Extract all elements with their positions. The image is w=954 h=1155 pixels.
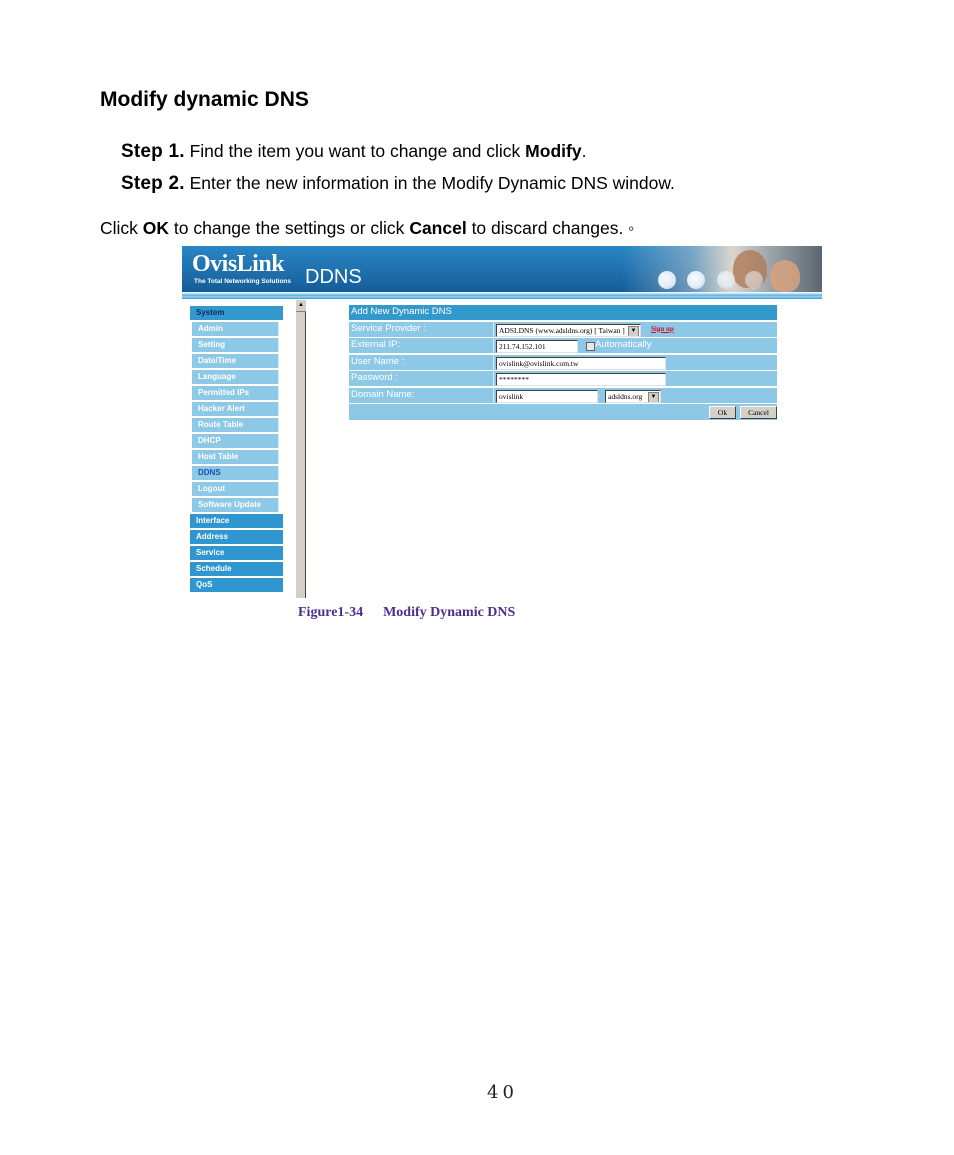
sidebar-item-route-table[interactable]: Route Table	[192, 418, 279, 432]
step-2: Step 2. Enter the new information in the…	[121, 173, 675, 195]
domain-suffix-value: adsldns.org	[608, 392, 642, 401]
service-provider-value: ADSLDNS (www.adsldns.org) [ Taiwan ]	[499, 326, 625, 335]
automatically-checkbox[interactable]	[586, 342, 595, 351]
step-1-label: Step 1.	[121, 141, 185, 162]
user-name-input[interactable]: ovislink@ovislink.com.tw	[496, 357, 666, 370]
step-1: Step 1. Find the item you want to change…	[121, 141, 586, 163]
row-domain-name: Domain Name: ovislink . adsldns.org ▼	[349, 388, 777, 403]
chevron-down-icon[interactable]: ▼	[628, 326, 639, 337]
sidebar-item-dhcp[interactable]: DHCP	[192, 434, 279, 448]
sidebar-item-ddns[interactable]: DDNS	[192, 466, 279, 480]
globe-icon	[745, 271, 763, 289]
cancel-button[interactable]: Cancel	[740, 406, 777, 419]
sidebar-group-address[interactable]: Address	[190, 530, 283, 544]
row-user-name: User Name : ovislink@ovislink.com.tw	[349, 355, 777, 370]
figure-caption: Figure1-34 Modify Dynamic DNS	[298, 605, 515, 621]
row-external-ip: External IP: 211.74.152.101 Automaticall…	[349, 338, 777, 353]
service-provider-select[interactable]: ADSLDNS (www.adsldns.org) [ Taiwan ] ▼	[496, 324, 641, 337]
page-title: DDNS	[305, 266, 362, 289]
external-ip-label: External IP:	[350, 338, 494, 353]
ddns-screenshot: OvisLink The Total Networking Solutions …	[182, 246, 822, 598]
brand-tagline: The Total Networking Solutions	[194, 278, 291, 285]
password-cell: ********	[493, 371, 777, 386]
step-1-end: .	[582, 141, 587, 161]
instr-text-1: Click	[100, 218, 143, 238]
password-label: Password :	[350, 371, 494, 386]
sidebar-group-interface[interactable]: Interface	[190, 514, 283, 528]
chevron-down-icon[interactable]: ▼	[648, 392, 659, 403]
figure-number: Figure1-34	[298, 605, 363, 620]
step-2-label: Step 2.	[121, 173, 185, 194]
figure-title: Modify Dynamic DNS	[383, 605, 515, 620]
sidebar-item-language[interactable]: Language	[192, 370, 279, 384]
section-heading: Modify dynamic DNS	[100, 88, 309, 112]
user-name-label: User Name :	[350, 355, 494, 370]
sidebar-item-logout[interactable]: Logout	[192, 482, 279, 496]
ok-button[interactable]: Ok	[709, 406, 736, 419]
service-provider-cell: ADSLDNS (www.adsldns.org) [ Taiwan ] ▼ S…	[493, 322, 777, 337]
globe-icon	[717, 271, 735, 289]
password-input[interactable]: ********	[496, 373, 666, 386]
globe-icon	[658, 271, 676, 289]
domain-name-label: Domain Name:	[350, 388, 494, 403]
user-name-cell: ovislink@ovislink.com.tw	[493, 355, 777, 370]
domain-name-cell: ovislink . adsldns.org ▼	[493, 388, 777, 403]
instr-cancel: Cancel	[409, 218, 466, 238]
app-header: OvisLink The Total Networking Solutions …	[182, 246, 822, 292]
sign-up-link[interactable]: Sign up	[651, 325, 674, 333]
domain-suffix-select[interactable]: adsldns.org ▼	[605, 390, 661, 403]
service-provider-label: Service Provider :	[350, 322, 494, 337]
child-image	[770, 260, 800, 292]
sidebar-item-setting[interactable]: Setting	[192, 338, 279, 352]
page-number: 40	[487, 1082, 518, 1103]
form-title: Add New Dynamic DNS	[350, 305, 771, 320]
sidebar-group-system[interactable]: System	[190, 306, 283, 320]
form-header: Add New Dynamic DNS	[349, 305, 777, 320]
step-1-text: Find the item you want to change and cli…	[185, 141, 525, 161]
instr-text-2: to change the settings or click	[169, 218, 409, 238]
form-button-row: Ok Cancel	[349, 404, 777, 420]
external-ip-cell: 211.74.152.101 Automatically	[493, 338, 777, 353]
automatically-label: Automatically	[595, 339, 652, 350]
sidebar-group-schedule[interactable]: Schedule	[190, 562, 283, 576]
instr-text-3: to discard changes. ◦	[467, 218, 635, 238]
frame-scrollbar[interactable]: ▲	[295, 300, 306, 598]
step-2-text: Enter the new information in the Modify …	[185, 173, 675, 193]
sidebar-group-service[interactable]: Service	[190, 546, 283, 560]
sidebar-item-date-time[interactable]: Date/Time	[192, 354, 279, 368]
instruction-paragraph: Click OK to change the settings or click…	[100, 218, 634, 239]
external-ip-input[interactable]: 211.74.152.101	[496, 340, 578, 353]
domain-name-input[interactable]: ovislink	[496, 390, 598, 403]
step-1-bold: Modify	[525, 141, 581, 161]
sidebar-item-admin[interactable]: Admin	[192, 322, 279, 336]
brand-logo: OvisLink	[192, 252, 284, 276]
sidebar-item-permitted-ips[interactable]: Permitted IPs	[192, 386, 279, 400]
sidebar-item-software-update[interactable]: Software Update	[192, 498, 279, 512]
instr-ok: OK	[143, 218, 169, 238]
ddns-form: Add New Dynamic DNS Service Provider : A…	[349, 305, 777, 420]
globe-icon	[687, 271, 705, 289]
header-stripe	[182, 292, 822, 299]
scroll-up-icon[interactable]: ▲	[296, 300, 306, 312]
sidebar-item-hacker-alert[interactable]: Hacker Alert	[192, 402, 279, 416]
row-password: Password : ********	[349, 371, 777, 386]
sidebar-group-qos[interactable]: QoS	[190, 578, 283, 592]
row-service-provider: Service Provider : ADSLDNS (www.adsldns.…	[349, 322, 777, 337]
domain-separator: .	[598, 390, 600, 399]
sidebar: System Admin Setting Date/Time Language …	[190, 306, 284, 594]
sidebar-item-host-table[interactable]: Host Table	[192, 450, 279, 464]
